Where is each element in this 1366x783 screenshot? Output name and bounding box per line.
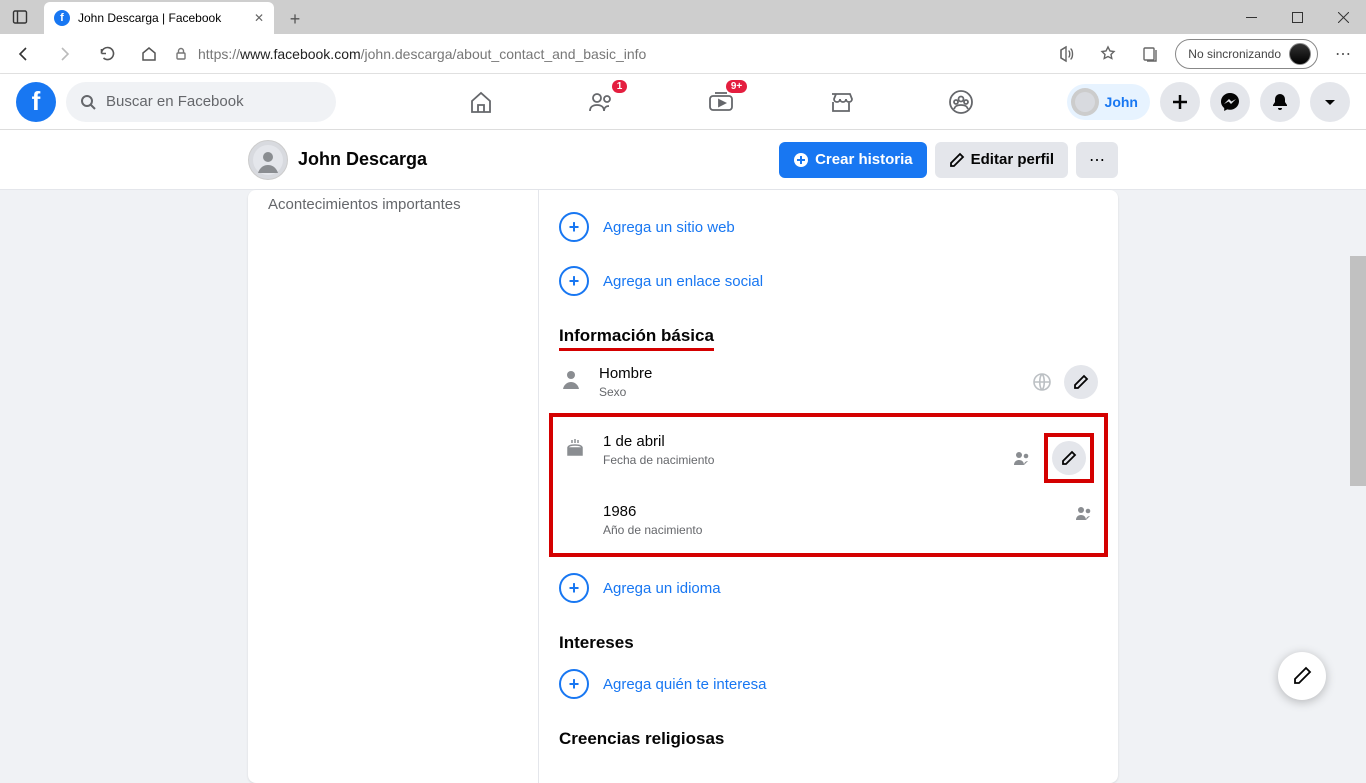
- back-button[interactable]: [6, 37, 40, 71]
- new-tab-button[interactable]: +: [280, 4, 310, 34]
- maximize-button[interactable]: [1274, 0, 1320, 34]
- person-icon: [559, 367, 583, 391]
- birthdate-value: 1 de abril: [603, 433, 714, 450]
- friends-privacy-icon: [1074, 503, 1094, 523]
- highlighted-birth-section: 1 de abril Fecha de nacimiento 1986 Año …: [549, 413, 1108, 557]
- basic-info-heading: Información básica: [559, 326, 1098, 351]
- add-social-link[interactable]: + Agrega un enlace social: [559, 254, 1098, 308]
- gender-row: Hombre Sexo: [559, 355, 1098, 409]
- plus-circle-icon: +: [559, 266, 589, 296]
- nav-center: 1 9+: [376, 82, 1067, 122]
- plus-circle-icon: [793, 152, 809, 168]
- about-card: Acontecimientos importantes + Agrega un …: [248, 190, 1118, 783]
- nav-marketplace-icon[interactable]: [821, 82, 861, 122]
- profile-name: John Descarga: [298, 149, 427, 170]
- interests-heading: Intereses: [559, 633, 1098, 653]
- collections-icon[interactable]: [1133, 37, 1167, 71]
- about-details: + Agrega un sitio web + Agrega un enlace…: [538, 190, 1118, 783]
- plus-circle-icon: +: [559, 573, 589, 603]
- sidebar-item-life-events[interactable]: Acontecimientos importantes: [268, 196, 518, 214]
- account-menu-button[interactable]: [1310, 82, 1350, 122]
- friends-badge: 1: [612, 80, 628, 93]
- add-language-link[interactable]: + Agrega un idioma: [559, 561, 1098, 615]
- create-button[interactable]: [1160, 82, 1200, 122]
- globe-icon: [1032, 372, 1052, 392]
- messenger-button[interactable]: [1210, 82, 1250, 122]
- about-sidebar: Acontecimientos importantes: [248, 190, 538, 783]
- content-area: Acontecimientos importantes + Agrega un …: [0, 190, 1366, 783]
- birthdate-label: Fecha de nacimiento: [603, 453, 714, 467]
- add-interests-link[interactable]: + Agrega quién te interesa: [559, 657, 1098, 711]
- pencil-icon: [949, 152, 965, 168]
- birthdate-row: 1 de abril Fecha de nacimiento: [563, 423, 1094, 493]
- browser-menu-button[interactable]: ⋯: [1326, 37, 1360, 71]
- new-message-fab[interactable]: [1278, 652, 1326, 700]
- topbar-right: John: [1067, 82, 1350, 122]
- facebook-favicon: f: [54, 10, 70, 26]
- birthyear-value: 1986: [603, 503, 702, 520]
- user-short-name: John: [1105, 94, 1138, 110]
- home-button[interactable]: [132, 37, 166, 71]
- plus-circle-icon: +: [559, 212, 589, 242]
- scrollbar-thumb[interactable]: [1350, 256, 1366, 486]
- notifications-button[interactable]: [1260, 82, 1300, 122]
- highlighted-edit-birthdate: [1044, 433, 1094, 483]
- user-chip[interactable]: John: [1067, 84, 1150, 120]
- friends-privacy-icon: [1012, 448, 1032, 468]
- birthday-icon: [563, 435, 587, 459]
- beliefs-heading: Creencias religiosas: [559, 729, 1098, 749]
- browser-tab[interactable]: f John Descarga | Facebook ✕: [44, 2, 274, 34]
- gender-label: Sexo: [599, 385, 652, 399]
- search-placeholder: Buscar en Facebook: [106, 93, 244, 110]
- browser-profile-avatar: [1289, 43, 1311, 65]
- browser-tab-strip: f John Descarga | Facebook ✕ +: [0, 0, 1366, 34]
- tab-title: John Descarga | Facebook: [78, 11, 221, 25]
- favorites-icon[interactable]: [1091, 37, 1125, 71]
- profile-avatar[interactable]: [248, 140, 288, 180]
- add-website-link[interactable]: + Agrega un sitio web: [559, 200, 1098, 254]
- nav-home-icon[interactable]: [461, 82, 501, 122]
- edit-profile-button[interactable]: Editar perfil: [935, 142, 1068, 178]
- more-options-button[interactable]: ⋯: [1076, 142, 1118, 178]
- read-aloud-icon[interactable]: [1049, 37, 1083, 71]
- nav-watch-icon[interactable]: 9+: [701, 82, 741, 122]
- facebook-logo[interactable]: f: [16, 82, 56, 122]
- plus-circle-icon: +: [559, 669, 589, 699]
- window-controls: [1228, 0, 1366, 34]
- browser-address-bar: https://www.facebook.com/john.descarga/a…: [0, 34, 1366, 74]
- profile-sync-button[interactable]: No sincronizando: [1175, 39, 1318, 69]
- minimize-button[interactable]: [1228, 0, 1274, 34]
- sync-label: No sincronizando: [1188, 47, 1281, 61]
- search-icon: [80, 94, 96, 110]
- avatar: [1071, 88, 1099, 116]
- birthyear-row: 1986 Año de nacimiento: [563, 493, 1094, 547]
- facebook-topbar: f Buscar en Facebook 1 9+ John: [0, 74, 1366, 130]
- edit-gender-button[interactable]: [1064, 365, 1098, 399]
- gender-value: Hombre: [599, 365, 652, 382]
- watch-badge: 9+: [726, 80, 747, 93]
- forward-button: [48, 37, 82, 71]
- close-tab-icon[interactable]: ✕: [254, 11, 264, 25]
- nav-friends-icon[interactable]: 1: [581, 82, 621, 122]
- tab-actions-icon[interactable]: [0, 0, 40, 34]
- edit-birthdate-button[interactable]: [1052, 441, 1086, 475]
- nav-groups-icon[interactable]: [941, 82, 981, 122]
- url-field[interactable]: https://www.facebook.com/john.descarga/a…: [174, 46, 1041, 62]
- lock-icon: [174, 47, 188, 61]
- close-window-button[interactable]: [1320, 0, 1366, 34]
- profile-header: John Descarga Crear historia Editar perf…: [0, 130, 1366, 190]
- birthyear-label: Año de nacimiento: [603, 523, 702, 537]
- search-input[interactable]: Buscar en Facebook: [66, 82, 336, 122]
- reload-button[interactable]: [90, 37, 124, 71]
- create-story-button[interactable]: Crear historia: [779, 142, 927, 178]
